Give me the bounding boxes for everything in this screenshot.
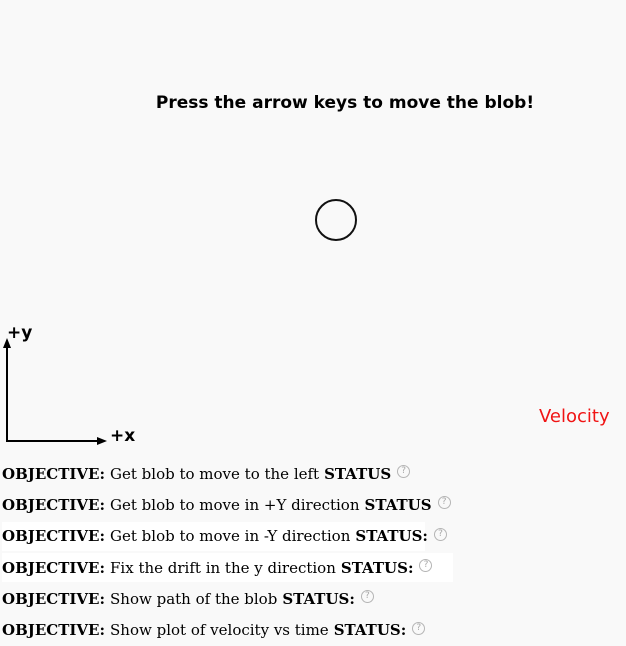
status-label: STATUS xyxy=(324,464,392,483)
objective-text: Get blob to move to the left xyxy=(110,464,320,483)
axes-indicator: +y +x xyxy=(0,320,150,450)
x-axis-arrowhead xyxy=(97,437,107,445)
status-label: STATUS: xyxy=(282,589,355,608)
status-label: STATUS: xyxy=(333,621,407,640)
objective-row: OBJECTIVE: Get blob to move in -Y direct… xyxy=(2,521,622,552)
instruction-title: Press the arrow keys to move the blob! xyxy=(155,93,535,113)
help-circle-icon[interactable]: ? xyxy=(397,465,411,479)
help-circle-icon[interactable]: ? xyxy=(412,621,426,635)
objective-row: OBJECTIVE: Get blob to move in +Y direct… xyxy=(2,489,622,520)
y-axis-label: +y xyxy=(7,323,33,343)
objective-prefix: OBJECTIVE: xyxy=(2,527,106,546)
objective-text: Get blob to move in -Y direction xyxy=(110,527,351,546)
objective-text: Fix the drift in the y direction xyxy=(110,558,336,577)
objective-row: OBJECTIVE: Show plot of velocity vs time… xyxy=(2,614,622,645)
blob xyxy=(315,199,357,241)
status-label: STATUS xyxy=(364,495,432,514)
velocity-label: Velocity xyxy=(539,406,610,427)
objectives-list: OBJECTIVE: Get blob to move to the left … xyxy=(2,458,622,646)
status-label: STATUS: xyxy=(355,527,428,546)
help-circle-icon[interactable]: ? xyxy=(433,527,447,541)
objective-text: Show path of the blob xyxy=(110,589,278,608)
objective-prefix: OBJECTIVE: xyxy=(2,495,106,514)
objective-row: OBJECTIVE: Show path of the blob STATUS:… xyxy=(2,583,622,614)
objective-prefix: OBJECTIVE: xyxy=(2,589,106,608)
objective-text: Show plot of velocity vs time xyxy=(110,621,329,640)
x-axis-label: +x xyxy=(110,426,136,446)
status-label: STATUS: xyxy=(340,558,414,577)
objective-prefix: OBJECTIVE: xyxy=(2,558,106,577)
objective-row: OBJECTIVE: Fix the drift in the y direct… xyxy=(2,552,622,583)
help-circle-icon[interactable]: ? xyxy=(419,559,433,573)
objective-prefix: OBJECTIVE: xyxy=(2,621,106,640)
help-circle-icon[interactable]: ? xyxy=(437,496,451,510)
objective-prefix: OBJECTIVE: xyxy=(2,464,106,483)
objective-row: OBJECTIVE: Get blob to move to the left … xyxy=(2,458,622,489)
objective-text: Get blob to move in +Y direction xyxy=(110,495,360,514)
help-circle-icon[interactable]: ? xyxy=(360,590,374,604)
